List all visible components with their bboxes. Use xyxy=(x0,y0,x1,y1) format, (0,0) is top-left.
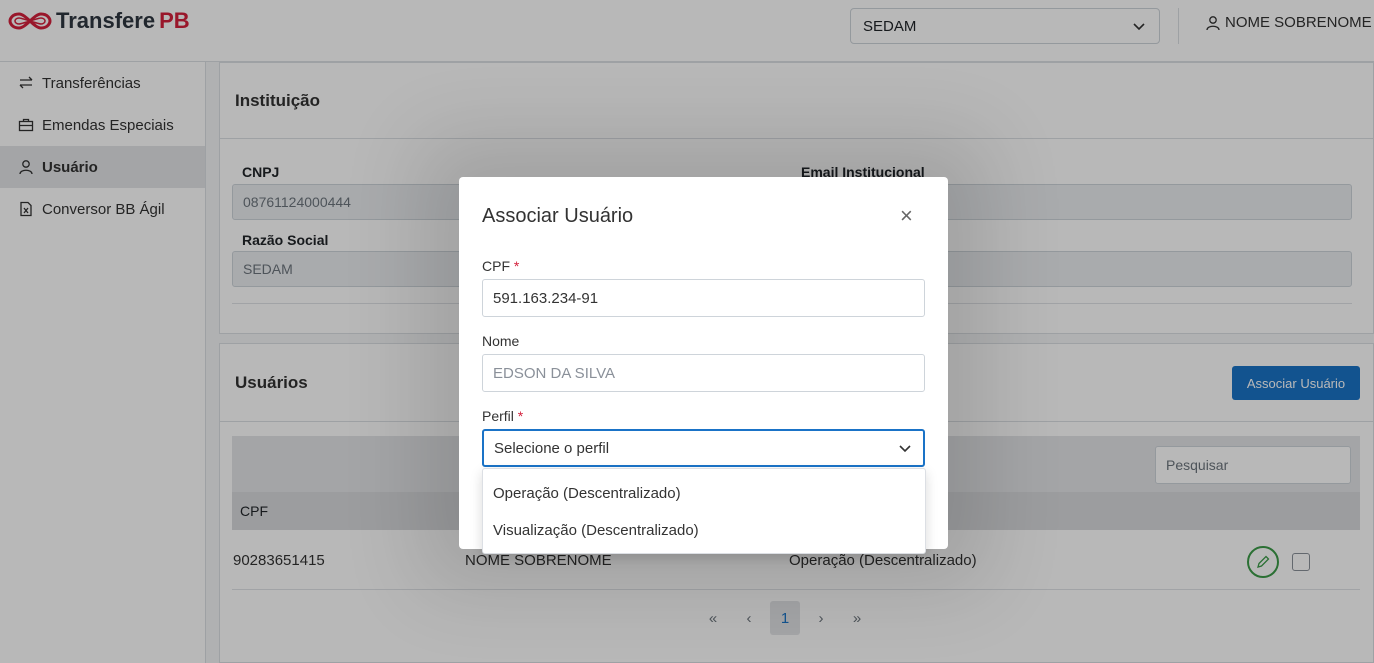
perfil-field-label: Perfil * xyxy=(482,408,523,424)
cpf-label-text: CPF xyxy=(482,258,510,274)
perfil-select-value: Selecione o perfil xyxy=(494,439,610,457)
modal-title: Associar Usuário xyxy=(482,205,634,227)
required-mark: * xyxy=(513,258,520,274)
perfil-option-visualizacao[interactable]: Visualização (Descentralizado) xyxy=(483,512,925,549)
chevron-down-icon xyxy=(899,445,911,453)
nome-field-label: Nome xyxy=(482,333,520,349)
nome-input: EDSON DA SILVA xyxy=(482,354,925,392)
cpf-field-label: CPF * xyxy=(482,258,519,274)
perfil-option-operacao[interactable]: Operação (Descentralizado) xyxy=(483,475,925,512)
perfil-select[interactable]: Selecione o perfil xyxy=(482,429,925,467)
perfil-label-text: Perfil xyxy=(482,408,514,424)
close-icon[interactable]: × xyxy=(900,205,913,227)
cpf-input[interactable]: 591.163.234-91 xyxy=(482,279,925,317)
required-mark: * xyxy=(517,408,524,424)
perfil-dropdown: Operação (Descentralizado) Visualização … xyxy=(482,468,926,554)
